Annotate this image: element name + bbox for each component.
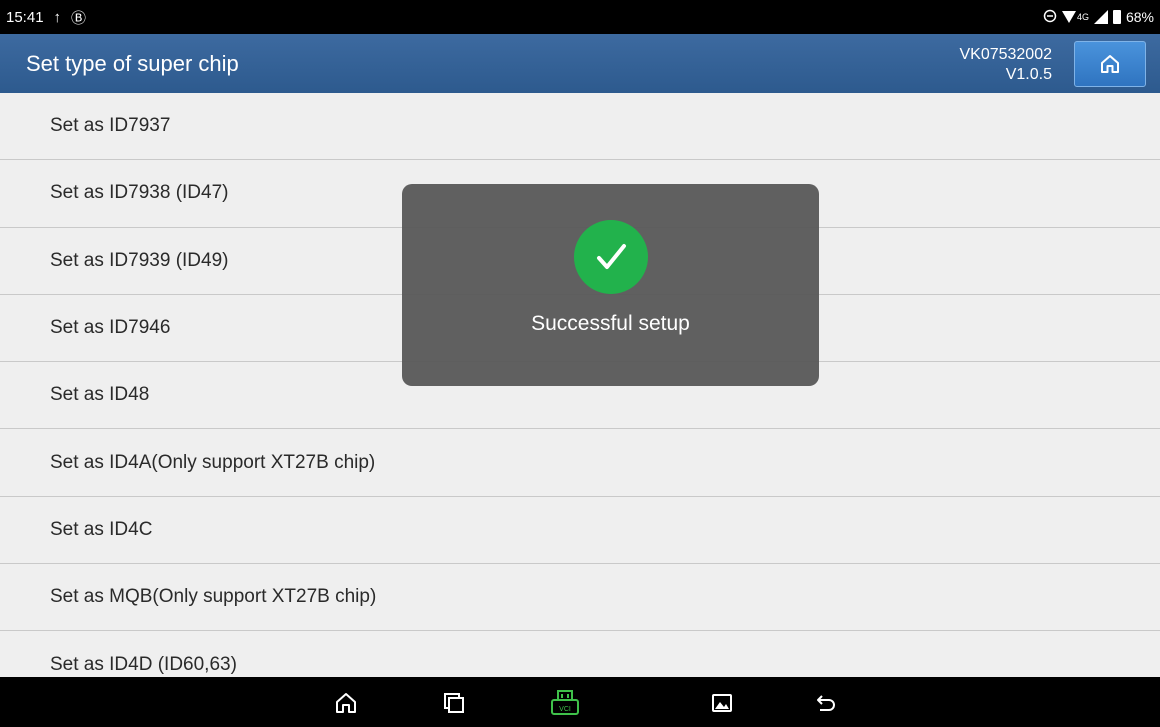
status-bar: 15:41 ↑ Ⓑ 4G 68% (0, 0, 1160, 34)
list-item[interactable]: Set as ID4A(Only support XT27B chip) (0, 429, 1160, 497)
list-item-label: Set as ID4A(Only support XT27B chip) (50, 451, 376, 473)
list-item-label: Set as ID7946 (50, 317, 171, 339)
recents-icon (444, 693, 464, 713)
check-icon (573, 220, 648, 294)
home-icon (1101, 54, 1119, 73)
list-item-label: Set as ID7939 (ID49) (50, 249, 229, 271)
nav-vci-button[interactable]: VCI (548, 689, 582, 717)
nav-home-button[interactable] (332, 689, 360, 717)
status-right: 4G 68% (1043, 9, 1154, 26)
back-icon (817, 695, 835, 711)
list-item[interactable]: Set as ID7937 (0, 93, 1160, 161)
status-time: 15:41 (6, 8, 44, 26)
status-left: 15:41 ↑ Ⓑ (6, 7, 86, 28)
list-item[interactable]: Set as MQB(Only support XT27B chip) (0, 564, 1160, 632)
page-title: Set type of super chip (26, 50, 239, 76)
serial-number: VK07532002 (959, 45, 1052, 63)
nav-screenshot-button[interactable] (708, 689, 736, 717)
screenshot-icon (712, 694, 732, 712)
list-item-label: Set as MQB(Only support XT27B chip) (50, 586, 377, 608)
home-icon (336, 693, 356, 713)
nav-recents-button[interactable] (440, 689, 468, 717)
version: V1.0.5 (1005, 65, 1052, 83)
success-toast: Successful setup (402, 184, 819, 386)
list-item[interactable]: Set as ID4C (0, 496, 1160, 565)
signal-icon (1093, 10, 1108, 24)
network-type: 4G (1076, 12, 1089, 22)
dnd-icon (1043, 9, 1057, 26)
nav-back-button[interactable] (812, 689, 840, 717)
bluetooth-icon: Ⓑ (71, 9, 87, 27)
list-item[interactable]: Set as ID4D (ID60,63) (0, 631, 1160, 677)
list-item-label: Set as ID4C (50, 518, 153, 540)
list-item-label: Set as ID4D (ID60,63) (50, 653, 237, 675)
wifi-icon (1061, 11, 1076, 23)
list-item-label: Set as ID48 (50, 384, 150, 406)
list-item-label: Set as ID7938 (ID47) (50, 182, 229, 204)
navigation-bar: VCI (0, 677, 1160, 727)
battery-level: 68% (1125, 9, 1154, 25)
list-item-label: Set as ID7937 (50, 115, 171, 137)
battery-icon (1112, 10, 1121, 24)
vci-label: VCI (559, 706, 571, 713)
device-info: VK07532002 V1.0.5 (959, 45, 1052, 85)
vci-icon: VCI (551, 690, 579, 715)
home-button[interactable] (1074, 40, 1146, 87)
toast-message: Successful setup (531, 312, 690, 335)
upload-icon: ↑ (53, 8, 62, 26)
title-bar: Set type of super chip VK07532002 V1.0.5 (0, 34, 1160, 93)
